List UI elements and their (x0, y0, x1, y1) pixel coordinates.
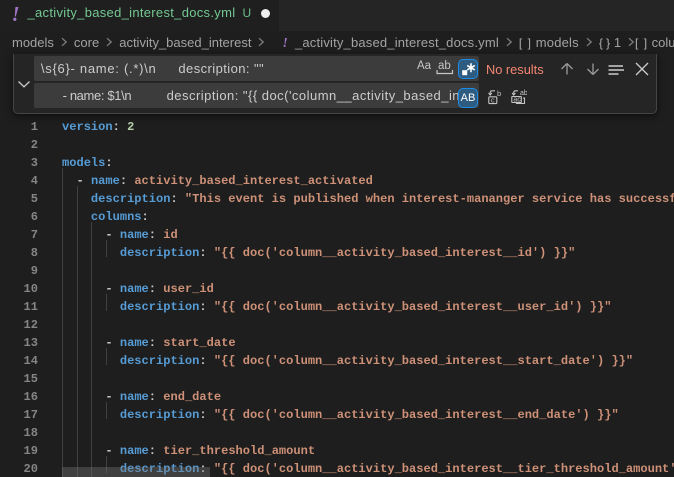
svg-text:ac: ac (513, 96, 521, 103)
svg-text:ab: ab (520, 90, 527, 97)
svg-text:b: b (497, 89, 501, 98)
svg-text:c: c (491, 95, 495, 104)
